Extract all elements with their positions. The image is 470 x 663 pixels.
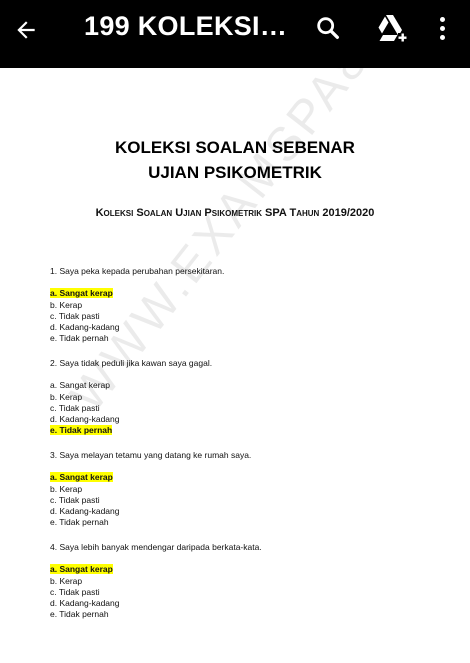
option: e. Tidak pernah [50, 609, 109, 620]
app-bar: 199 KOLEKSI… [0, 0, 470, 68]
option: c. Tidak pasti [50, 494, 100, 505]
option: d. Kadang-kadang [50, 506, 120, 517]
option: c. Tidak pasti [50, 310, 100, 321]
option: e. Tidak pernah [50, 517, 109, 528]
question-text: 4. Saya lebih banyak mendengar daripada … [50, 542, 262, 552]
more-vertical-icon [439, 16, 445, 22]
question-text: 3. Saya melayan tetamu yang datang ke ru… [50, 450, 252, 460]
add-to-drive-icon [378, 15, 407, 42]
search-icon [317, 17, 339, 39]
question-block-3: 3. Saya melayan tetamu yang datang ke ru… [50, 450, 251, 529]
option: b. Kerap [50, 483, 83, 494]
more-options-button[interactable] [430, 8, 454, 48]
option-selected: e. Tidak pernah [50, 425, 113, 436]
arrow-back-icon [17, 21, 35, 39]
option: b. Kerap [50, 391, 83, 402]
option: c. Tidak pasti [50, 586, 100, 597]
option: d. Kadang-kadang [50, 598, 120, 609]
option: a. Sangat kerap [50, 380, 111, 391]
option-selected: a. Sangat kerap [50, 472, 113, 483]
question-block-4: 4. Saya lebih banyak mendengar daripada … [50, 542, 262, 621]
question-text: 2. Saya tidak peduli jika kawan saya gag… [50, 358, 213, 368]
document-subtitle: Koleksi Soalan Ujian Psikometrik SPA Tah… [95, 207, 375, 219]
option: b. Kerap [50, 575, 83, 586]
option: b. Kerap [50, 299, 83, 310]
document-title: 199 KOLEKSI… [84, 11, 288, 41]
document-page[interactable]: WWW.EXAMSPA8I.COM KOLEKSI SOALAN SEBENAR… [0, 68, 470, 663]
question-block-2: 2. Saya tidak peduli jika kawan saya gag… [50, 358, 212, 437]
main-title-line-1: KOLEKSI SOALAN SEBENAR [115, 138, 355, 157]
option: d. Kadang-kadang [50, 322, 120, 333]
option: c. Tidak pasti [50, 402, 100, 413]
main-title-line-2: UJIAN PSIKOMETRIK [148, 163, 322, 182]
option-selected: a. Sangat kerap [50, 288, 113, 299]
option: e. Tidak pernah [50, 333, 109, 344]
search-button[interactable] [308, 8, 348, 48]
back-button[interactable] [6, 10, 46, 50]
question-block-1: 1. Saya peka kepada perubahan persekitar… [50, 266, 224, 345]
option-selected: a. Sangat kerap [50, 564, 113, 575]
add-to-drive-button[interactable] [370, 8, 414, 48]
question-text: 1. Saya peka kepada perubahan persekitar… [50, 266, 225, 276]
option: d. Kadang-kadang [50, 414, 120, 425]
